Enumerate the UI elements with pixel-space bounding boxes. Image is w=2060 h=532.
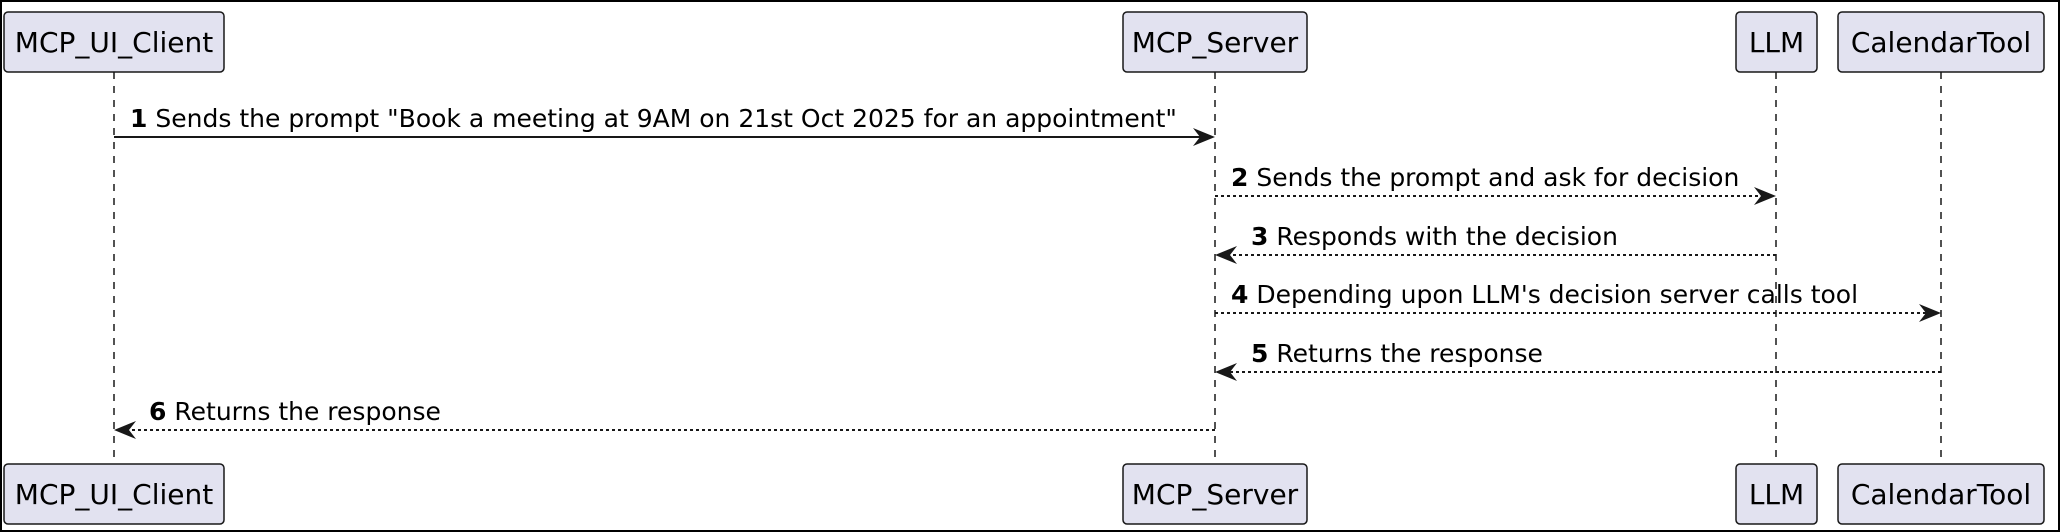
message-number: 1 xyxy=(130,104,147,133)
message-4: 4 Depending upon LLM's decision server ca… xyxy=(1215,280,1941,322)
message-text: Responds with the decision xyxy=(1276,222,1618,251)
message-label: 3 Responds with the decision xyxy=(1251,222,1618,251)
message-text: Sends the prompt and ask for decision xyxy=(1256,163,1739,192)
message-number: 5 xyxy=(1251,339,1268,368)
diagram-canvas: MCP_UI_Client MCP_Server LLM CalendarToo… xyxy=(0,0,2060,532)
participant-bottom-mcp-ui-client: MCP_UI_Client xyxy=(3,463,225,525)
participant-bottom-mcp-server: MCP_Server xyxy=(1122,463,1308,525)
message-label: 4 Depending upon LLM's decision server ca… xyxy=(1231,280,1858,309)
message-number: 4 xyxy=(1231,280,1248,309)
participant-label: LLM xyxy=(1749,26,1804,59)
message-text: Depending upon LLM's decision server cal… xyxy=(1256,280,1858,309)
message-label: 6 Returns the response xyxy=(149,397,441,426)
message-3: 3 Responds with the decision xyxy=(1215,222,1776,264)
participant-top-mcp-ui-client: MCP_UI_Client xyxy=(3,11,225,73)
participant-label: MCP_UI_Client xyxy=(15,478,213,511)
message-text: Returns the response xyxy=(1276,339,1542,368)
participant-label: MCP_Server xyxy=(1132,478,1299,511)
sequence-diagram: MCP_UI_Client MCP_Server LLM CalendarToo… xyxy=(0,0,2060,532)
message-5: 5 Returns the response xyxy=(1215,339,1941,381)
participant-label: LLM xyxy=(1749,478,1804,511)
message-2: 2 Sends the prompt and ask for decision xyxy=(1215,163,1776,205)
participant-label: MCP_Server xyxy=(1132,26,1299,59)
message-number: 3 xyxy=(1251,222,1268,251)
message-label: 2 Sends the prompt and ask for decision xyxy=(1231,163,1739,192)
message-number: 2 xyxy=(1231,163,1248,192)
participant-top-llm: LLM xyxy=(1735,11,1818,73)
message-label: 1 Sends the prompt "Book a meeting at 9AM… xyxy=(130,104,1177,133)
participant-top-mcp-server: MCP_Server xyxy=(1122,11,1308,73)
message-1: 1 Sends the prompt "Book a meeting at 9AM… xyxy=(114,104,1215,146)
participant-label: CalendarTool xyxy=(1851,478,2031,511)
participant-label: CalendarTool xyxy=(1851,26,2031,59)
message-text: Sends the prompt "Book a meeting at 9AM … xyxy=(155,104,1177,133)
diagram-frame xyxy=(0,0,2060,532)
participant-top-calendar-tool: CalendarTool xyxy=(1837,11,2045,73)
participant-bottom-calendar-tool: CalendarTool xyxy=(1837,463,2045,525)
participant-label: MCP_UI_Client xyxy=(15,26,213,59)
message-label: 5 Returns the response xyxy=(1251,339,1543,368)
message-number: 6 xyxy=(149,397,166,426)
message-6: 6 Returns the response xyxy=(114,397,1215,439)
message-text: Returns the response xyxy=(174,397,440,426)
participant-bottom-llm: LLM xyxy=(1735,463,1818,525)
